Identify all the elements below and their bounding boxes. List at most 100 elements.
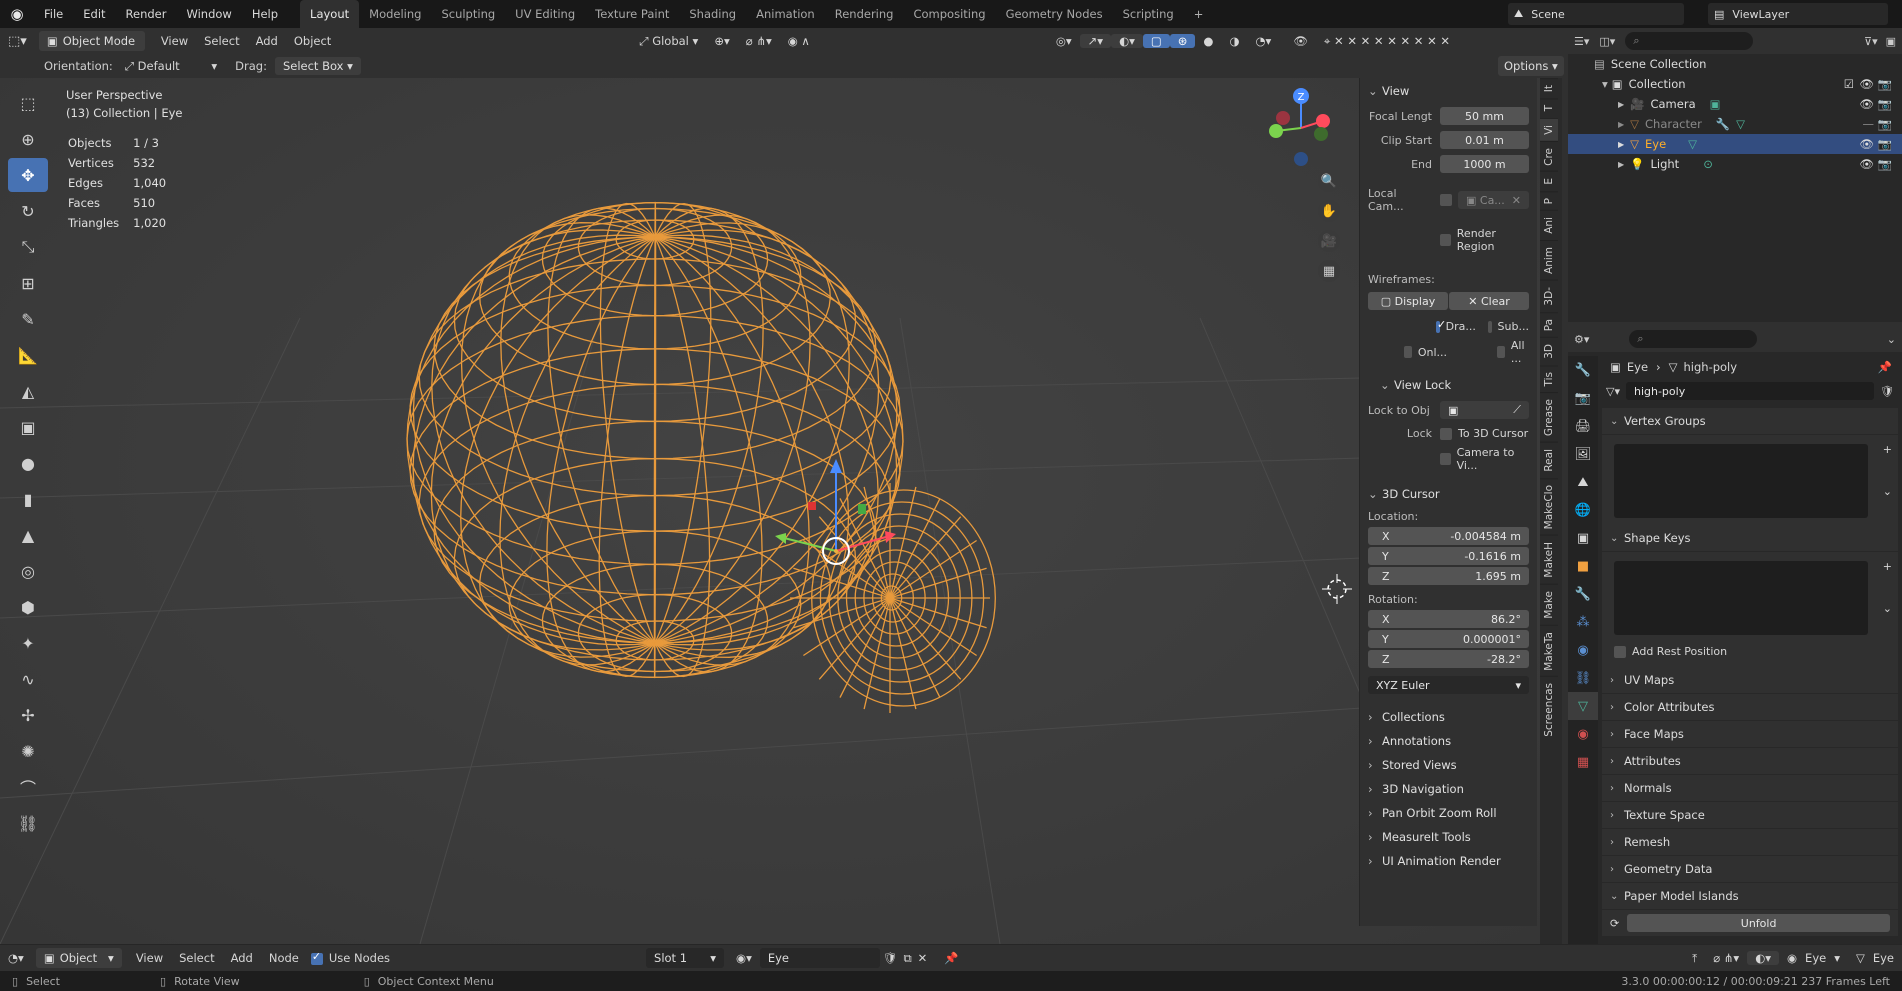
orientation-dropdown[interactable]: ⤢ Default ▾ [117, 59, 225, 74]
view-section-header[interactable]: ⌄ View [1360, 78, 1537, 104]
unlink-icon[interactable]: ✕ [915, 951, 931, 965]
section-collections[interactable]: › Collections [1360, 705, 1537, 729]
tool-tab-icon[interactable]: 🔧 [1568, 356, 1598, 384]
section-remesh[interactable]: › Remesh [1602, 829, 1898, 856]
3d-viewport[interactable]: Z 🔍 ✋ 🎥 ▦ [0, 78, 1562, 944]
scale-tool-icon[interactable]: ⤡ [8, 230, 48, 264]
constraints-tab-icon[interactable]: ⛓ [1568, 664, 1598, 692]
cursor-location-z-field[interactable]: Z 1.695 m [1368, 567, 1529, 585]
3d-cursor[interactable] [1322, 574, 1352, 604]
material-tab-icon[interactable]: ◉ [1568, 720, 1598, 748]
slot-dropdown[interactable]: Slot 1 ▾ [646, 948, 725, 968]
expand-arrow-icon[interactable]: ▶ [1618, 100, 1624, 109]
eye-visibility-icon[interactable]: 👁 [1859, 97, 1874, 111]
checkbox-icon[interactable]: ☑ [1844, 77, 1854, 91]
transform-orientation-dropdown[interactable]: ⤢ Global ▾ [631, 34, 706, 49]
add-cone-tool-icon[interactable]: ▲ [8, 518, 48, 552]
tab-shading[interactable]: Shading [679, 0, 746, 28]
snap-icon[interactable]: ⌀ ⋔▾ [738, 34, 780, 48]
unfold-button[interactable]: Unfold [1627, 914, 1890, 932]
menu-file[interactable]: File [34, 0, 73, 28]
camera-render-icon[interactable]: 📷 [1878, 117, 1892, 131]
drag-dropdown[interactable]: Select Box ▾ [274, 57, 361, 75]
vertex-groups-header[interactable]: ⌄ Vertex Groups [1602, 408, 1898, 435]
clip-end-field[interactable]: 1000 m [1440, 155, 1529, 173]
chevron-down-icon[interactable]: ⌄ [1883, 485, 1892, 498]
gizmo-icon[interactable]: ↗▾ [1079, 34, 1112, 48]
menu-help[interactable]: Help [242, 0, 288, 28]
add-mesh-tool-icon[interactable]: ⬢ [8, 590, 48, 624]
sidebar-tab[interactable]: It [1540, 78, 1558, 99]
output-tab-icon[interactable]: 🖨 [1568, 412, 1598, 440]
sidebar-tab[interactable]: Ani [1540, 210, 1558, 241]
camera-render-icon[interactable]: 📷 [1878, 157, 1892, 171]
add-icon[interactable]: + [1883, 443, 1892, 456]
add-rest-position-checkbox[interactable] [1614, 646, 1626, 658]
tab-modeling[interactable]: Modeling [359, 0, 431, 28]
outliner-item-light[interactable]: ▶ 💡 Light ⊙ 👁 📷 [1568, 154, 1902, 174]
section-ui-animation-render[interactable]: › UI Animation Render [1360, 849, 1537, 873]
sidebar-tab[interactable]: 3D [1540, 337, 1558, 365]
camera-render-icon[interactable]: 📷 [1878, 137, 1892, 151]
parent-node-icon[interactable]: ⤒ [1684, 951, 1705, 966]
rotation-mode-dropdown[interactable]: XYZ Euler ▾ [1368, 676, 1529, 694]
sidebar-tab[interactable]: MakeTa [1540, 624, 1558, 677]
section-measureit[interactable]: › MeasureIt Tools [1360, 825, 1537, 849]
rotate-tool-icon[interactable]: ↻ [8, 194, 48, 228]
clip-start-field[interactable]: 0.01 m [1440, 131, 1529, 149]
tab-sculpting[interactable]: Sculpting [431, 0, 505, 28]
view-lock-section-header[interactable]: ⌄ View Lock [1360, 372, 1537, 398]
sidebar-tab[interactable]: Anim [1540, 240, 1558, 281]
add-sphere-tool-icon[interactable]: ● [8, 446, 48, 480]
world-tab-icon[interactable]: 🌐 [1568, 496, 1598, 524]
add-curve-tool-icon[interactable]: ∿ [8, 662, 48, 696]
tab-scripting[interactable]: Scripting [1113, 0, 1184, 28]
cursor-rotation-x-field[interactable]: X 86.2° [1368, 610, 1529, 628]
mesh-name-field[interactable]: high-poly [1625, 382, 1875, 400]
display-button[interactable]: ▢ Display [1368, 292, 1448, 310]
measure-tool-icon[interactable]: 📐 [8, 338, 48, 372]
sidebar-tab[interactable]: Tis [1540, 364, 1558, 393]
clear-button[interactable]: ✕ Clear [1449, 292, 1529, 310]
hide-icon[interactable]: 👁 [1285, 34, 1316, 48]
transform-tool-icon[interactable]: ⊞ [8, 266, 48, 300]
outliner-editor-icon[interactable]: ☰▾ [1574, 35, 1589, 48]
add-spline-tool-icon[interactable]: ⌒ [8, 770, 48, 804]
select-box-tool-icon[interactable]: ⬚ [8, 86, 48, 120]
shading-rendered-icon[interactable]: ◔▾ [1248, 34, 1280, 48]
pin-icon[interactable]: 📌 [1878, 360, 1892, 374]
camera-view-icon[interactable]: 🎥 [1318, 230, 1340, 252]
new-collection-icon[interactable]: ▣ [1886, 35, 1896, 48]
scene-collection-row[interactable]: ▤ Scene Collection [1568, 54, 1902, 74]
eye-hidden-icon[interactable]: — [1863, 117, 1875, 131]
cursor-tool-icon[interactable]: ⊕ [8, 122, 48, 156]
options-dropdown[interactable]: Options ▾ [1498, 56, 1564, 76]
mesh-data-tab-icon[interactable]: ▽ [1568, 692, 1598, 720]
annotate-tool-icon[interactable]: ✎ [8, 302, 48, 336]
add-cylinder-tool-icon[interactable]: ▮ [8, 482, 48, 516]
footer-menu-add[interactable]: Add [223, 951, 261, 965]
add-text-tool-icon[interactable]: ⛓ [8, 806, 48, 840]
section-face-maps[interactable]: › Face Maps [1602, 721, 1898, 748]
section-uv-maps[interactable]: › UV Maps [1602, 667, 1898, 694]
local-camera-field[interactable]: ▣ Ca... ✕ [1458, 191, 1529, 209]
section-color-attributes[interactable]: › Color Attributes [1602, 694, 1898, 721]
shape-keys-list[interactable] [1614, 561, 1868, 635]
add-icon[interactable]: + [1883, 560, 1892, 573]
chevron-down-icon[interactable]: ▾ [1602, 77, 1608, 91]
add-torus-tool-icon[interactable]: ◎ [8, 554, 48, 588]
editor-type-icon[interactable]: ⬚▾ [0, 34, 35, 49]
scene-tab-icon[interactable]: ⛰ [1568, 468, 1598, 496]
add-light-tool-icon[interactable]: ✺ [8, 734, 48, 768]
onl-checkbox[interactable] [1404, 346, 1412, 358]
chevron-down-icon[interactable]: ⌄ [1887, 333, 1896, 346]
shader-type-dropdown[interactable]: ▣ Object ▾ [35, 948, 122, 968]
sidebar-tab[interactable]: Grease [1540, 392, 1558, 443]
3d-cursor-section-header[interactable]: ⌄ 3D Cursor [1360, 481, 1537, 507]
sidebar-tab[interactable]: Vi [1540, 117, 1558, 141]
menu-render[interactable]: Render [116, 0, 177, 28]
move-tool-icon[interactable]: ✥ [8, 158, 48, 192]
properties-editor-icon[interactable]: ⚙▾ [1574, 333, 1589, 346]
to-3d-cursor-checkbox[interactable] [1440, 427, 1452, 440]
overlay-icon[interactable]: ◐▾ [1747, 951, 1779, 965]
